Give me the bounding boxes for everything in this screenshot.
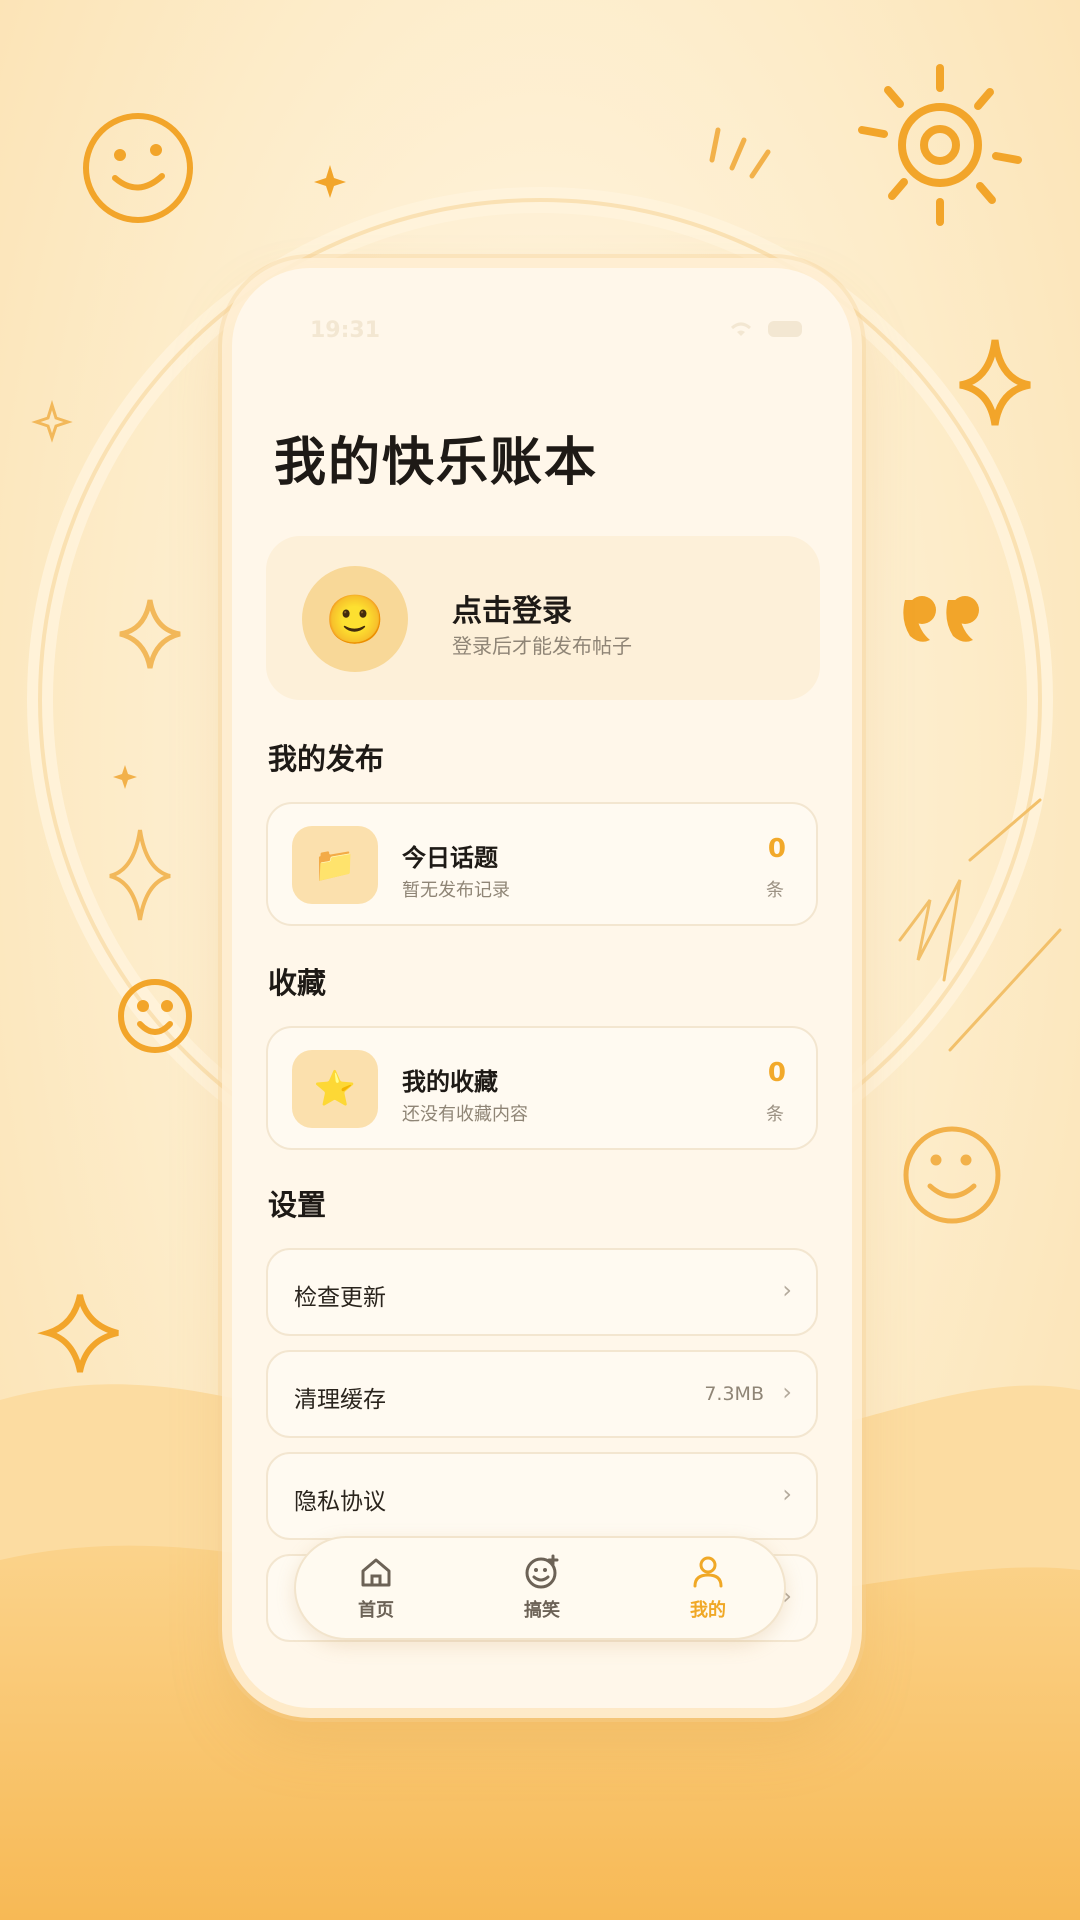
smiley-doodle-icon (83, 113, 193, 223)
login-subtitle: 登录后才能发布帖子 (452, 634, 632, 658)
publish-card[interactable]: 📁 今日话题 暂无发布记录 0 条 (266, 802, 818, 926)
setting-clear-cache[interactable]: 清理缓存 7.3MB › (266, 1350, 818, 1438)
sun-doodle-icon (858, 64, 1022, 226)
battery-icon (768, 321, 802, 337)
publish-count: 0 (767, 834, 786, 864)
status-icons (728, 320, 802, 338)
sparkle-doodle-icon (959, 339, 1031, 426)
setting-privacy[interactable]: 隐私协议 › (266, 1452, 818, 1540)
cache-size: 7.3MB (704, 1383, 764, 1405)
chevron-right-icon: › (782, 1276, 792, 1304)
favorites-count-unit: 条 (766, 1104, 784, 1125)
publish-count-unit: 条 (766, 880, 784, 901)
favorites-card-subtitle: 还没有收藏内容 (402, 1104, 528, 1125)
chevron-right-icon: › (782, 1480, 792, 1508)
section-title-favorites: 收藏 (268, 966, 327, 1000)
tab-home[interactable]: 首页 (316, 1552, 436, 1622)
folder-icon: 📁 (292, 826, 378, 904)
setting-check-update[interactable]: 检查更新 › (266, 1248, 818, 1336)
tab-bar: 首页 搞笑 我的 (294, 1536, 786, 1640)
favorites-count: 0 (767, 1058, 786, 1088)
status-bar: 19:31 (232, 268, 852, 343)
star-icon: ⭐ (292, 1050, 378, 1128)
section-title-publish: 我的发布 (268, 742, 385, 776)
quote-doodle-icon (903, 596, 979, 642)
page-title: 我的快乐账本 (274, 433, 599, 493)
wifi-icon (731, 322, 751, 336)
setting-label: 检查更新 (294, 1285, 386, 1311)
tab-label: 我的 (690, 1600, 726, 1621)
favorites-card-title: 我的收藏 (402, 1068, 498, 1096)
home-icon (361, 1558, 391, 1587)
avatar: 🙂 (302, 566, 408, 672)
tab-mine[interactable]: 我的 (648, 1552, 768, 1622)
status-time: 19:31 (310, 318, 381, 343)
setting-label: 隐私协议 (294, 1489, 386, 1515)
smile-plus-icon (525, 1554, 559, 1589)
phone-screen: 19:31 我的快乐账本 🙂 点击登录 登录后才能发布帖子 我的发布 📁 今日话… (232, 268, 852, 1708)
section-title-settings: 设置 (268, 1188, 327, 1222)
tab-funny[interactable]: 搞笑 (482, 1552, 602, 1622)
tab-label: 首页 (358, 1600, 394, 1621)
login-card[interactable]: 🙂 点击登录 登录后才能发布帖子 (266, 536, 820, 700)
login-title: 点击登录 (452, 594, 572, 629)
user-icon (693, 1556, 723, 1588)
chevron-right-icon: › (782, 1378, 792, 1406)
setting-label: 清理缓存 (294, 1387, 386, 1413)
publish-card-subtitle: 暂无发布记录 (402, 880, 510, 901)
publish-card-title: 今日话题 (402, 844, 498, 872)
favorites-card[interactable]: ⭐ 我的收藏 还没有收藏内容 0 条 (266, 1026, 818, 1150)
tab-label: 搞笑 (524, 1600, 560, 1621)
